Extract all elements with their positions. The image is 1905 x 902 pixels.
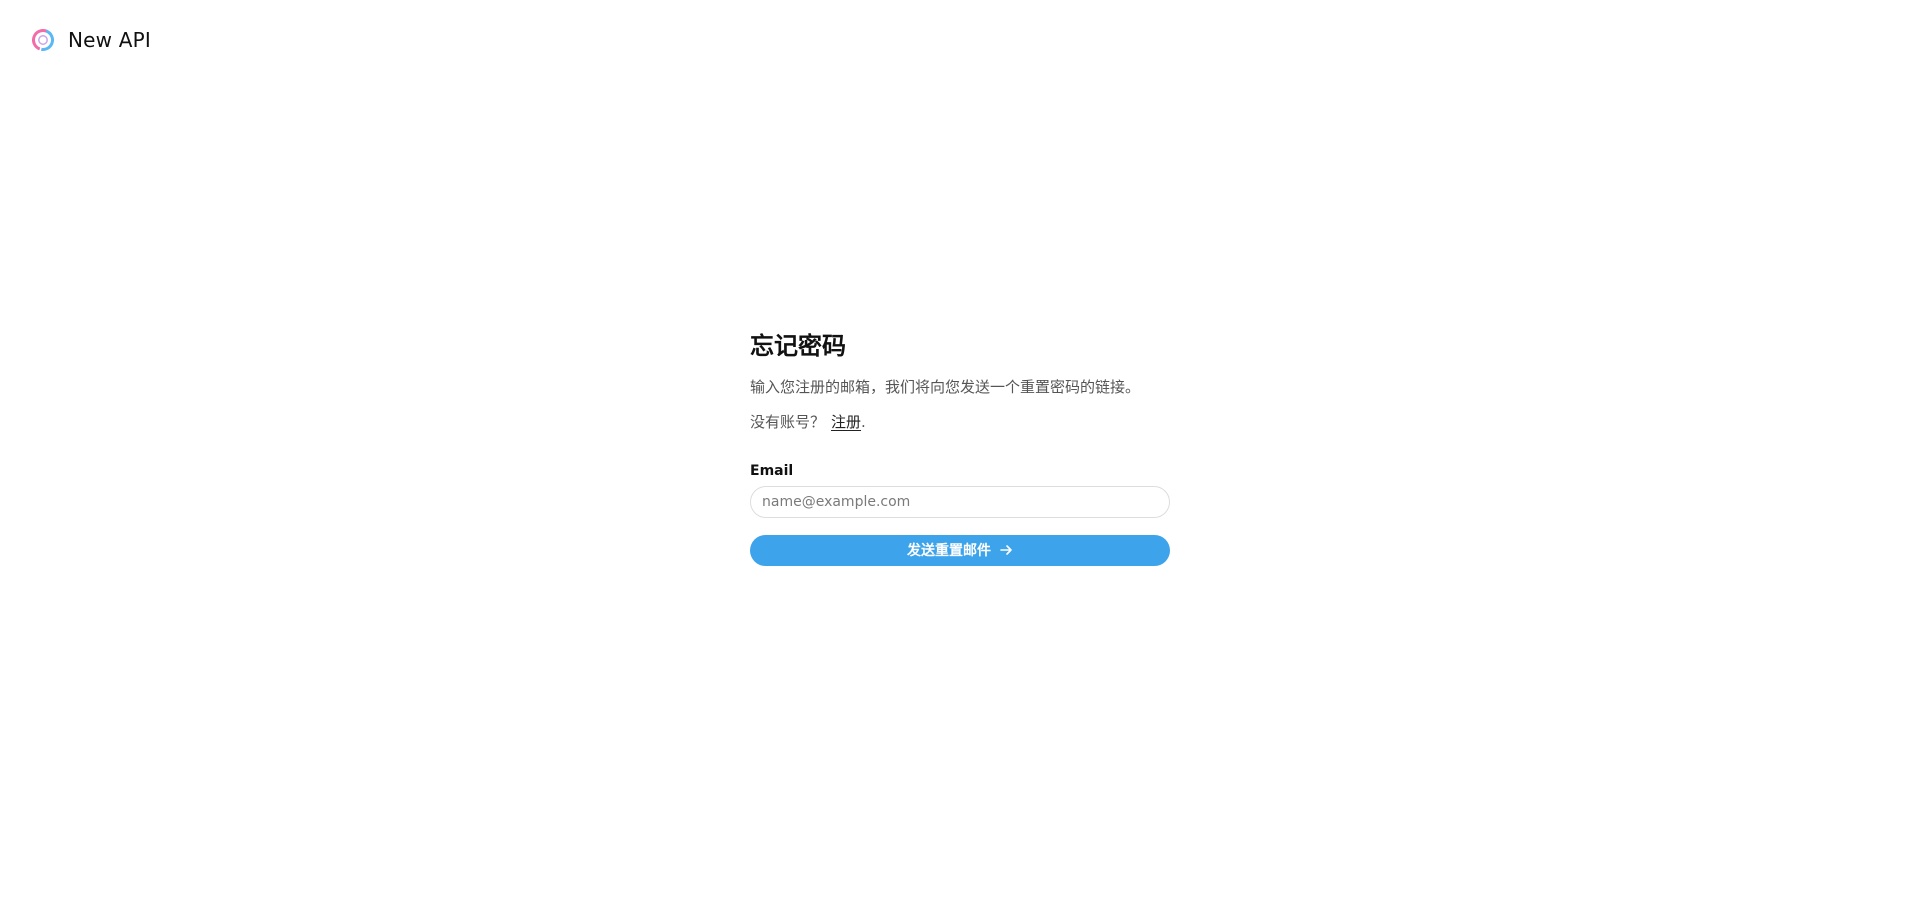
page-title: 忘记密码 [750,332,846,360]
signup-prompt: 没有账号？ 注册. [750,412,1170,433]
brand-header[interactable]: New API [32,28,151,52]
forgot-password-card: 忘记密码 输入您注册的邮箱，我们将向您发送一个重置密码的链接。 没有账号？ 注册.… [750,332,1170,566]
no-account-text: 没有账号？ [750,412,826,431]
send-reset-email-button[interactable]: 发送重置邮件 [750,534,1170,566]
page-subtitle: 输入您注册的邮箱，我们将向您发送一个重置密码的链接。 [750,377,1141,396]
signup-suffix: . [861,412,866,431]
signup-link[interactable]: 注册 [831,413,861,431]
email-label: Email [750,462,794,479]
email-input[interactable] [750,485,1170,518]
arrow-right-icon [1000,545,1012,556]
forgot-password-page: New API 忘记密码 输入您注册的邮箱，我们将向您发送一个重置密码的链接。 … [0,0,1905,902]
send-reset-email-label: 发送重置邮件 [907,543,991,560]
app-name: New API [68,28,152,52]
new-api-logo-icon [32,29,54,51]
